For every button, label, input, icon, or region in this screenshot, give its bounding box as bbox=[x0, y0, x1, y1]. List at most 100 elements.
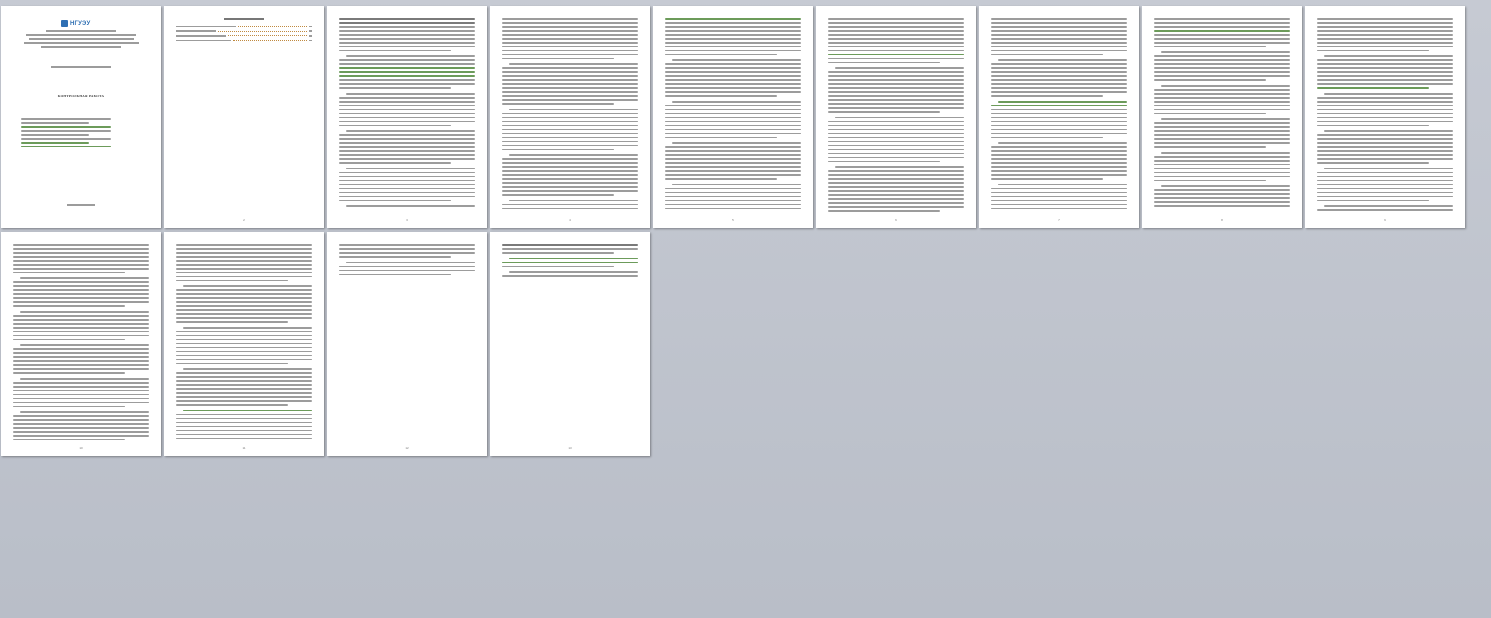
text-line bbox=[13, 334, 149, 337]
contents-page[interactable]: 2 bbox=[164, 6, 324, 228]
text-line bbox=[176, 305, 312, 307]
text-line bbox=[13, 368, 149, 370]
text-line bbox=[991, 49, 1127, 52]
text-line bbox=[665, 29, 801, 32]
text-line bbox=[1154, 18, 1290, 20]
text-line bbox=[828, 170, 964, 172]
text-line bbox=[1154, 155, 1290, 158]
text-line bbox=[991, 37, 1127, 40]
text-line bbox=[1154, 67, 1290, 70]
title-page[interactable]: НГУЭУ КОНТРОЛЬНАЯ РАБОТА bbox=[1, 6, 161, 228]
text-line bbox=[991, 25, 1127, 28]
department-line bbox=[21, 66, 141, 70]
text-line bbox=[828, 75, 964, 77]
text-line bbox=[13, 423, 149, 425]
text-line bbox=[1317, 18, 1453, 20]
text-line bbox=[1154, 33, 1290, 36]
text-line bbox=[176, 433, 312, 436]
text-page[interactable]: 4 bbox=[490, 6, 650, 228]
text-line bbox=[13, 285, 149, 288]
text-line bbox=[991, 154, 1127, 156]
text-line bbox=[176, 251, 312, 254]
text-line bbox=[176, 392, 312, 394]
text-line bbox=[828, 37, 964, 40]
text-line bbox=[13, 305, 125, 307]
text-line bbox=[13, 356, 149, 358]
page-number: 8 bbox=[1221, 218, 1223, 222]
text-line bbox=[1317, 116, 1453, 119]
text-line bbox=[1317, 83, 1453, 85]
text-line bbox=[176, 309, 312, 311]
text-line bbox=[1154, 146, 1266, 148]
text-line bbox=[1154, 63, 1290, 66]
text-line bbox=[991, 158, 1127, 160]
page-number: 5 bbox=[732, 218, 734, 222]
text-line bbox=[502, 71, 638, 73]
text-line bbox=[1317, 104, 1453, 107]
text-line bbox=[1317, 120, 1453, 123]
text-line bbox=[1317, 79, 1453, 81]
text-page[interactable]: 6 bbox=[816, 6, 976, 228]
references-page[interactable]: 13 bbox=[490, 232, 650, 456]
text-line bbox=[1154, 45, 1266, 48]
text-line bbox=[991, 178, 1103, 180]
text-line bbox=[176, 313, 312, 315]
text-line bbox=[13, 352, 149, 355]
text-line bbox=[828, 190, 964, 192]
text-line bbox=[828, 124, 964, 127]
text-line bbox=[176, 334, 312, 337]
text-line bbox=[339, 83, 475, 85]
text-page[interactable]: 8 bbox=[1142, 6, 1302, 228]
text-page[interactable]: 3 bbox=[327, 6, 487, 228]
text-page[interactable]: 5 bbox=[653, 6, 813, 228]
text-line bbox=[665, 108, 801, 111]
text-line bbox=[1317, 171, 1453, 174]
text-line bbox=[13, 389, 149, 392]
text-line bbox=[1154, 29, 1290, 32]
text-line bbox=[13, 314, 149, 317]
text-line bbox=[665, 83, 801, 85]
text-line bbox=[991, 71, 1127, 73]
text-line bbox=[828, 132, 964, 135]
document-canvas[interactable]: НГУЭУ КОНТРОЛЬНАЯ РАБОТА 2 3 4 5 6 7 8 9… bbox=[0, 0, 1491, 618]
text-line bbox=[502, 37, 638, 40]
text-line bbox=[991, 120, 1127, 123]
text-line bbox=[502, 162, 638, 164]
text-page[interactable]: 12 bbox=[327, 232, 487, 456]
text-line bbox=[991, 150, 1127, 152]
text-line bbox=[346, 167, 475, 170]
text-line bbox=[339, 255, 451, 258]
text-line bbox=[1154, 130, 1290, 132]
text-page[interactable]: 7 bbox=[979, 6, 1139, 228]
text-line bbox=[509, 154, 638, 156]
text-line bbox=[339, 179, 475, 182]
text-line bbox=[339, 41, 475, 44]
text-line bbox=[502, 103, 614, 105]
text-line bbox=[1317, 45, 1453, 48]
text-page[interactable]: 10 bbox=[1, 232, 161, 456]
text-line bbox=[176, 437, 312, 440]
text-line bbox=[991, 104, 1127, 107]
text-line bbox=[828, 57, 964, 60]
text-body bbox=[502, 18, 638, 212]
text-line bbox=[13, 293, 149, 296]
text-line bbox=[828, 182, 964, 184]
text-line bbox=[339, 71, 475, 73]
text-page[interactable]: 11 bbox=[164, 232, 324, 456]
text-line bbox=[502, 18, 638, 20]
text-line bbox=[828, 103, 964, 105]
text-line bbox=[828, 71, 964, 73]
logo-text: НГУЭУ bbox=[70, 20, 91, 27]
text-line bbox=[13, 259, 149, 262]
text-line bbox=[339, 45, 475, 48]
text-line bbox=[991, 146, 1127, 148]
text-line bbox=[665, 136, 777, 139]
text-page[interactable]: 9 bbox=[1305, 6, 1465, 228]
text-line bbox=[1154, 126, 1290, 129]
text-line bbox=[665, 87, 801, 89]
page-number: 12 bbox=[405, 446, 409, 450]
text-line bbox=[1317, 199, 1429, 202]
text-line bbox=[13, 251, 149, 254]
text-line bbox=[176, 263, 312, 266]
text-line bbox=[1154, 193, 1290, 195]
